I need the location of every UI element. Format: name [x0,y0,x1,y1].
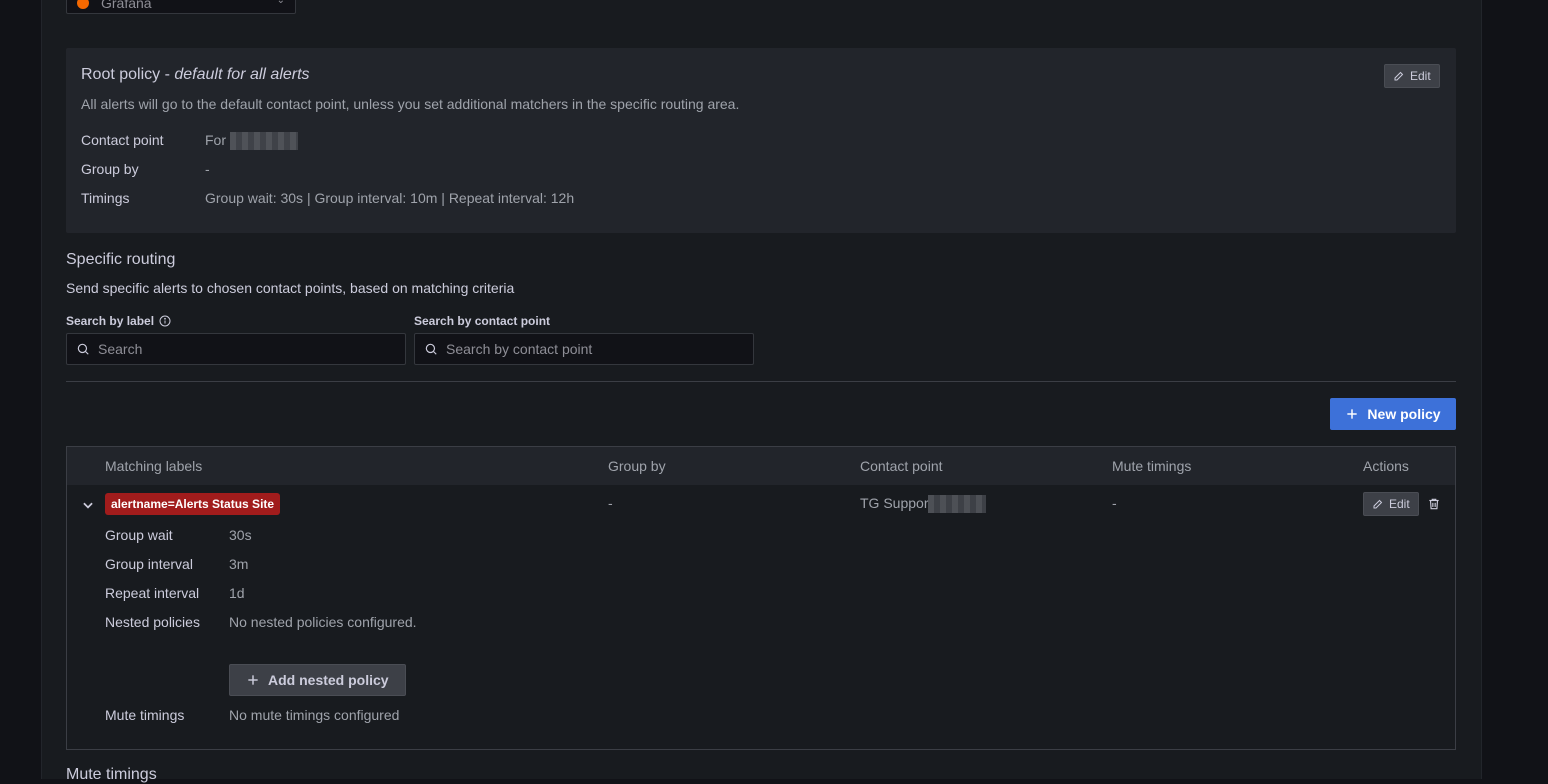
group-wait-label: Group wait [105,527,173,543]
add-nested-policy-label: Add nested policy [268,672,389,688]
matcher-badge: alertname=Alerts Status Site [105,493,281,515]
plus-icon [1347,409,1358,419]
row-contact-point: TG Suppor [860,495,987,514]
table-header: Matching labels Group by Contact point M… [67,447,1455,485]
search-by-label-input[interactable] [96,340,405,358]
divider [66,381,1456,382]
header-contact-point: Contact point [860,458,943,474]
mute-timings-value: No mute timings configured [229,707,400,723]
add-nested-policy-button[interactable]: Add nested policy [229,664,406,696]
edit-label: Edit [1389,497,1410,511]
contact-point-value: For [205,132,298,151]
root-policy-panel: Root policy - default for all alerts All… [66,48,1456,233]
nested-policies-label: Nested policies [105,614,200,630]
root-policy-title: Root policy - default for all alerts [81,66,310,83]
group-wait-value: 30s [229,527,252,543]
new-policy-label: New policy [1367,406,1441,422]
redacted-contact-point [230,132,298,151]
header-mute-timings: Mute timings [1112,458,1192,474]
search-by-contact-input[interactable] [444,340,753,358]
specific-routing-description: Send specific alerts to chosen contact p… [66,280,515,296]
info-icon[interactable] [159,315,171,327]
search-icon [77,343,89,355]
redacted-contact-point [928,495,987,514]
search-icon [425,343,437,355]
pencil-icon [1373,499,1383,509]
policy-edit-button[interactable]: Edit [1363,492,1419,516]
group-interval-label: Group interval [105,556,193,572]
trash-icon[interactable] [1427,497,1441,511]
root-policy-edit-button[interactable]: Edit [1384,64,1440,88]
group-interval-value: 3m [229,556,249,572]
header-actions: Actions [1363,458,1409,474]
header-matching-labels: Matching labels [105,458,203,474]
datasource-name: Grafana [101,0,152,11]
search-by-contact-label: Search by contact point [414,314,551,328]
timings-value: Group wait: 30s | Group interval: 10m | … [205,190,575,206]
search-by-label-field[interactable] [66,333,406,365]
edit-label: Edit [1410,69,1431,83]
chevron-down-icon[interactable] [81,498,95,512]
plus-icon [248,675,258,685]
search-by-label-label: Search by label [66,314,171,328]
mute-timings-label: Mute timings [105,707,185,723]
row-mute-timings: - [1112,495,1117,511]
mute-timings-section-title: Mute timings [66,766,157,783]
policies-table: Matching labels Group by Contact point M… [66,446,1456,750]
timings-label: Timings [81,190,130,206]
search-by-contact-field[interactable] [414,333,754,365]
group-by-value: - [205,161,210,177]
datasource-picker[interactable]: Grafana ⌄ [66,0,296,14]
row-group-by: - [608,495,613,511]
new-policy-button[interactable]: New policy [1330,398,1456,430]
specific-routing-title: Specific routing [66,251,176,268]
root-policy-description: All alerts will go to the default contac… [81,96,740,112]
chevron-down-icon: ⌄ [276,0,285,6]
pencil-icon [1394,71,1404,81]
repeat-interval-label: Repeat interval [105,585,200,601]
group-by-label: Group by [81,161,139,177]
root-policy-subtitle: default for all alerts [174,66,310,83]
grafana-logo-icon [77,0,89,9]
repeat-interval-value: 1d [229,585,245,601]
header-group-by: Group by [608,458,666,474]
contact-point-label: Contact point [81,132,164,148]
nested-policies-value: No nested policies configured. [229,614,417,630]
